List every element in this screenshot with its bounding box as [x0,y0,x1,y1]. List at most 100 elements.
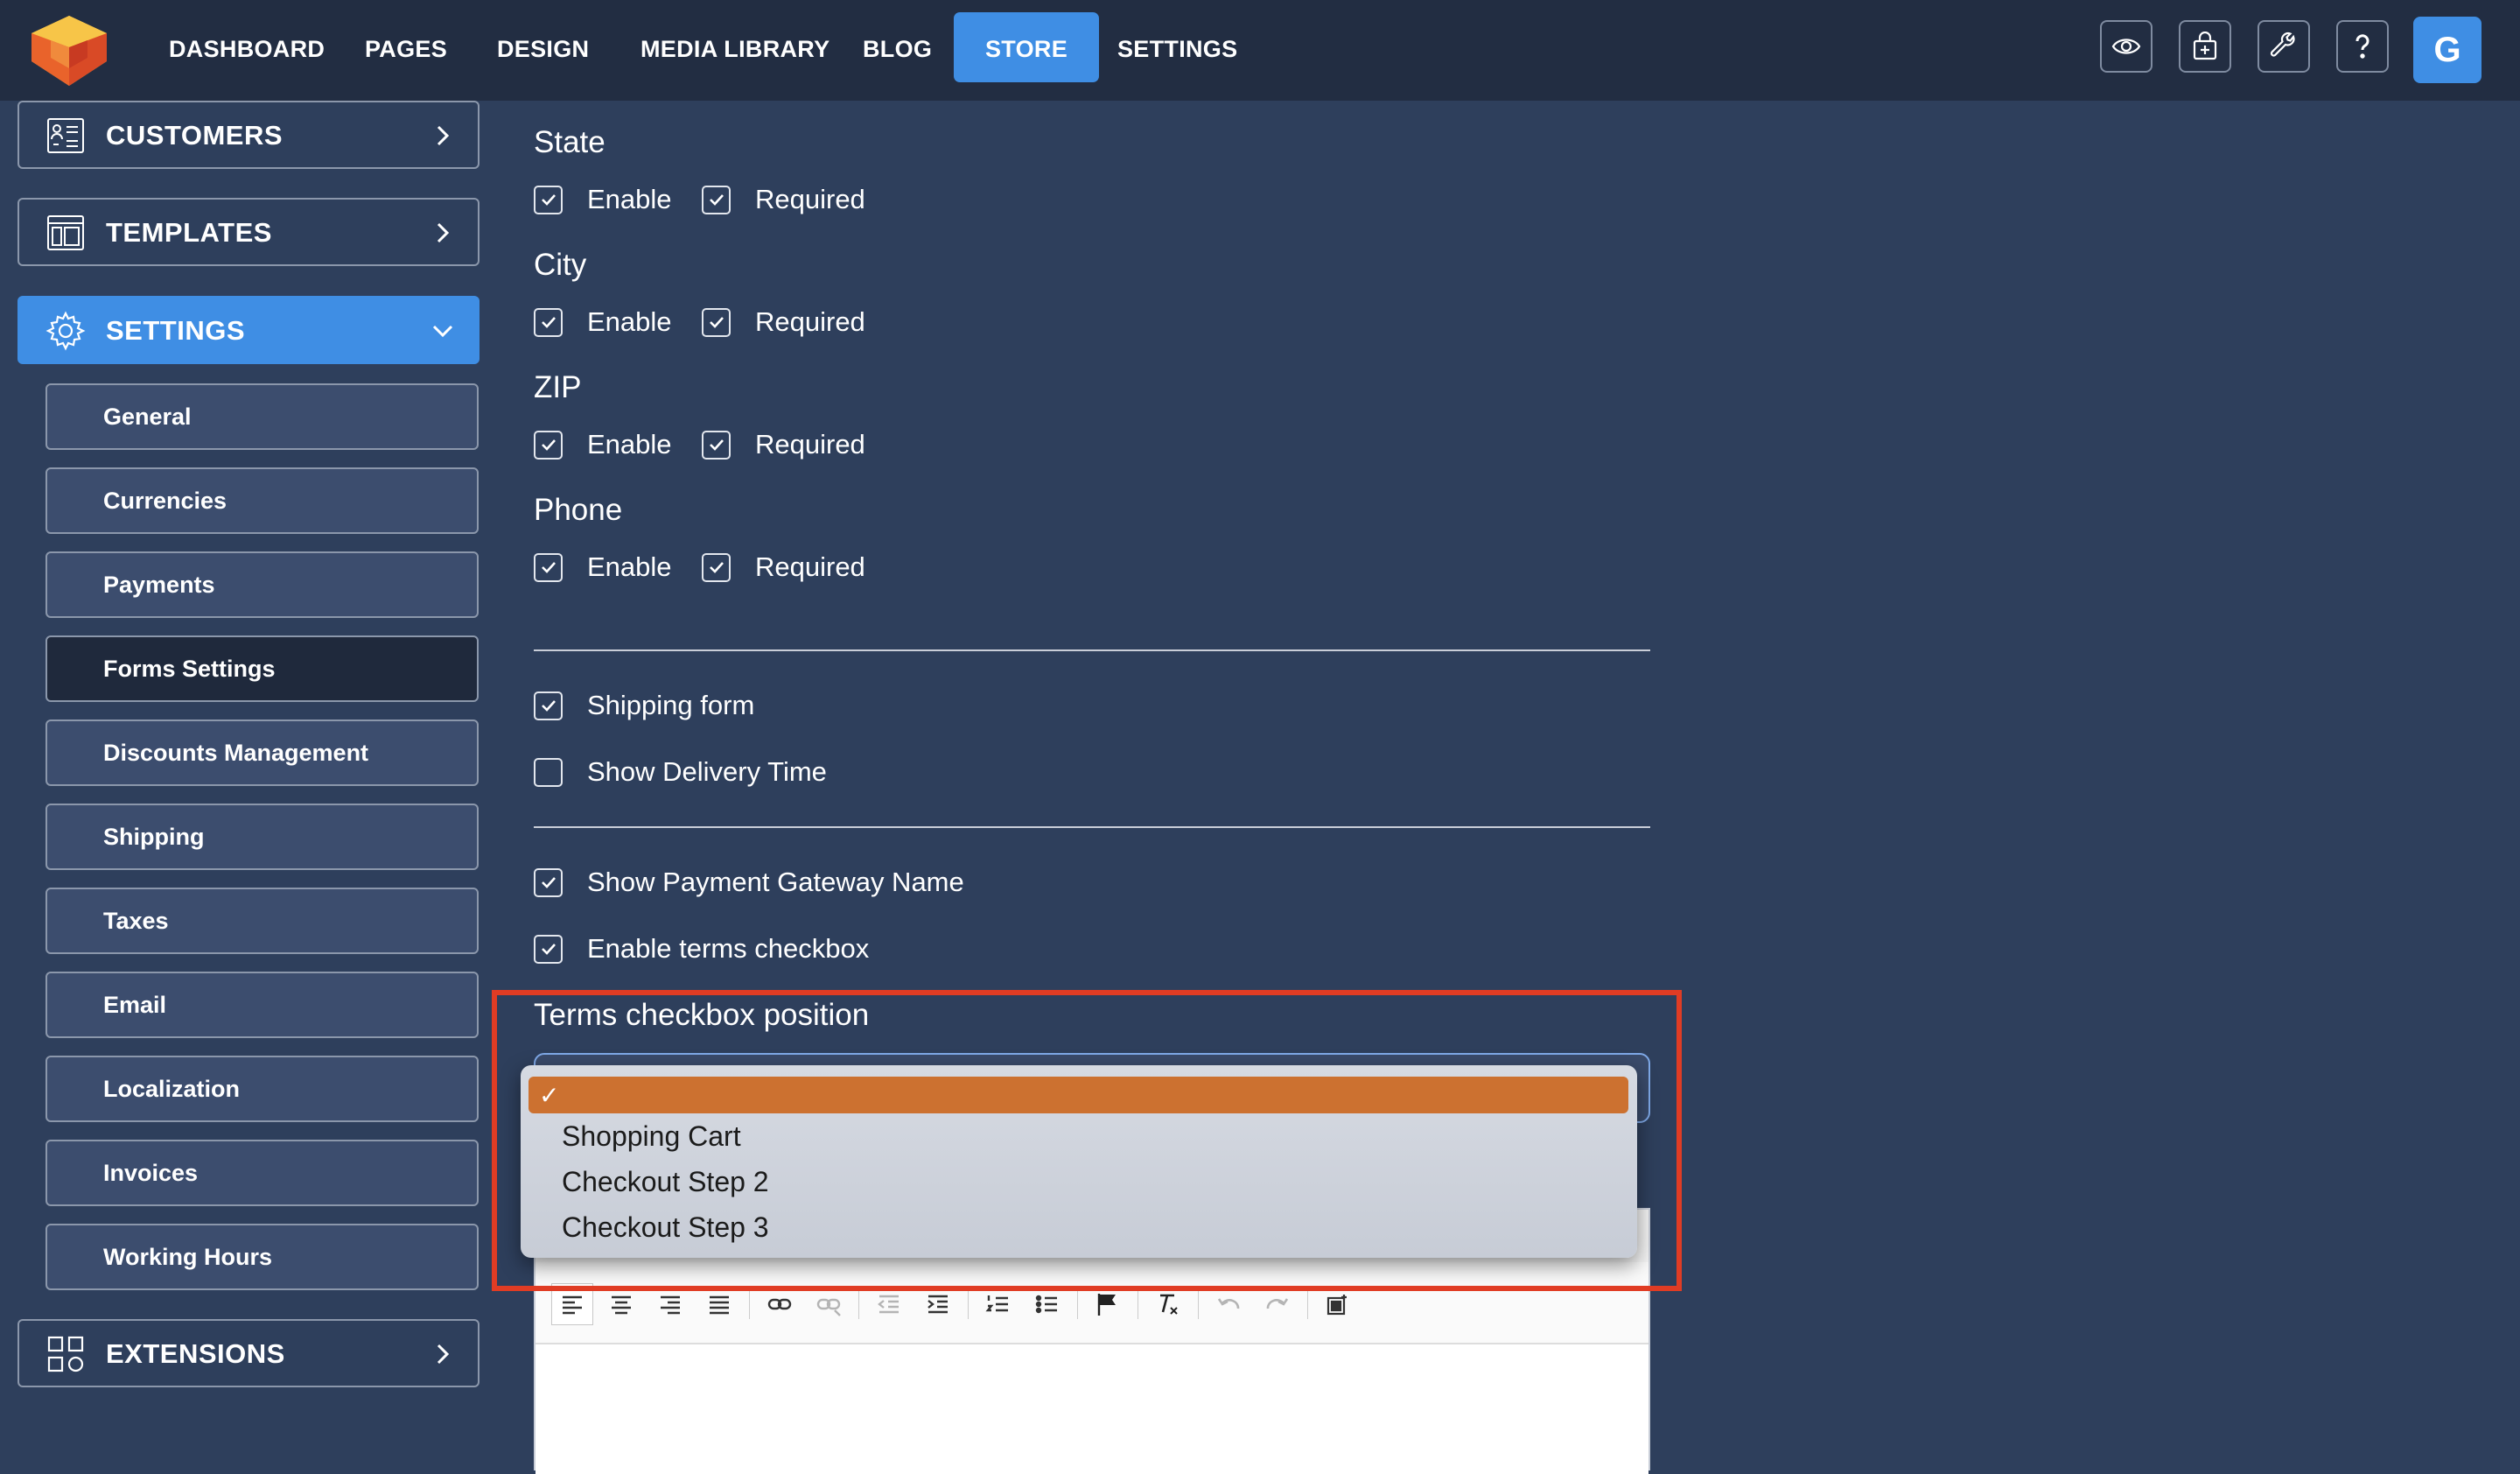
checkbox-checked-icon [534,867,563,897]
dropdown-option-empty[interactable]: ✓ [528,1077,1628,1113]
checkbox-checked-icon [534,185,563,214]
sidebar-item-general[interactable]: General [46,383,479,450]
tools-button[interactable] [2258,20,2310,73]
app-logo-icon[interactable] [32,16,107,86]
nav-media-library[interactable]: MEDIA LIBRARY [626,12,844,82]
checkbox-label: Enable [587,429,672,460]
checkbox-label: Shipping form [587,690,755,720]
customers-icon [47,118,84,153]
nav-store[interactable]: STORE [954,12,1100,82]
nav-dashboard[interactable]: DASHBOARD [155,12,339,82]
show-blocks-button[interactable] [1317,1283,1359,1325]
anchor-button[interactable] [1087,1283,1129,1325]
eye-icon [2111,39,2141,54]
toolbar-separator [858,1289,859,1319]
toolbar-separator [1198,1289,1199,1319]
indent-button[interactable] [917,1283,959,1325]
bulleted-list-button[interactable] [1026,1283,1068,1325]
phone-required-checkbox[interactable]: Required [702,550,865,585]
nav-pages[interactable]: PAGES [351,12,461,82]
align-right-button[interactable] [649,1283,691,1325]
undo-button[interactable] [1208,1283,1250,1325]
link-icon [767,1298,792,1310]
editor-content-area[interactable] [536,1343,1648,1474]
sidebar-item-taxes[interactable]: Taxes [46,888,479,954]
sidebar-item-email[interactable]: Email [46,972,479,1038]
extensions-icon [47,1336,84,1372]
sidebar-item-localization[interactable]: Localization [46,1056,479,1122]
field-title-zip: ZIP [534,370,582,404]
toolbar-separator [749,1289,750,1319]
terms-position-dropdown: ✓ Shopping Cart Checkout Step 2 Checkout… [521,1065,1637,1258]
sidebar-section-label: TEMPLATES [106,217,272,248]
align-left-icon [563,1295,582,1315]
zip-enable-checkbox[interactable]: Enable [534,427,672,462]
sidebar-item-currencies[interactable]: Currencies [46,467,479,534]
numbered-list-button[interactable] [977,1283,1019,1325]
gear-icon [46,311,86,351]
section-divider [534,649,1650,651]
sidebar-item-forms-settings[interactable]: Forms Settings [46,635,479,702]
option-label: Checkout Step 2 [562,1166,769,1197]
sidebar-item-shipping[interactable]: Shipping [46,804,479,870]
nav-settings[interactable]: SETTINGS [1103,12,1251,82]
sidebar-item-payments[interactable]: Payments [46,551,479,618]
sidebar-section-label: EXTENSIONS [106,1338,285,1369]
unlink-button[interactable] [808,1283,850,1325]
show-delivery-time-checkbox[interactable]: Show Delivery Time [534,755,827,790]
help-button[interactable] [2336,20,2389,73]
sidebar-section-templates[interactable]: TEMPLATES [18,198,480,266]
checkbox-unchecked-icon [534,757,563,787]
checkbox-label: Enable [587,306,672,337]
nav-design[interactable]: DESIGN [483,12,603,82]
sidebar-item-discounts-management[interactable]: Discounts Management [46,719,479,786]
redo-button[interactable] [1256,1283,1298,1325]
state-required-checkbox[interactable]: Required [702,182,865,217]
sidebar-item-working-hours[interactable]: Working Hours [46,1224,479,1290]
store-button[interactable] [2179,20,2231,73]
nav-blog[interactable]: BLOG [849,12,946,82]
checkbox-checked-icon [534,307,563,337]
chevron-right-icon [437,222,450,243]
dropdown-option-checkout-step-2[interactable]: Checkout Step 2 [521,1160,1637,1202]
enable-terms-checkbox[interactable]: Enable terms checkbox [534,931,869,966]
show-payment-gateway-checkbox[interactable]: Show Payment Gateway Name [534,865,964,900]
sidebar-item-invoices[interactable]: Invoices [46,1140,479,1206]
align-left-button[interactable] [551,1283,593,1325]
align-justify-button[interactable] [698,1283,740,1325]
top-nav-bar: DASHBOARD PAGES DESIGN MEDIA LIBRARY BLO… [0,0,2520,101]
unlink-icon [816,1298,841,1316]
checkbox-label: Required [755,429,865,460]
editor-toolbar [551,1281,1366,1327]
user-avatar[interactable]: G [2413,17,2482,83]
dropdown-option-checkout-step-3[interactable]: Checkout Step 3 [521,1205,1637,1247]
checkbox-label: Show Delivery Time [587,756,827,787]
zip-required-checkbox[interactable]: Required [702,427,865,462]
remove-format-icon [1160,1294,1178,1315]
remove-format-button[interactable] [1147,1283,1189,1325]
sidebar-section-extensions[interactable]: EXTENSIONS [18,1319,480,1387]
align-center-button[interactable] [600,1283,642,1325]
city-required-checkbox[interactable]: Required [702,305,865,340]
phone-enable-checkbox[interactable]: Enable [534,550,672,585]
store-bag-icon [2193,32,2217,60]
dropdown-option-shopping-cart[interactable]: Shopping Cart [521,1114,1637,1156]
sidebar-section-customers[interactable]: CUSTOMERS [18,101,480,169]
shipping-form-checkbox[interactable]: Shipping form [534,688,754,723]
city-enable-checkbox[interactable]: Enable [534,305,672,340]
terms-position-label: Terms checkbox position [534,998,870,1032]
preview-button[interactable] [2100,20,2152,73]
wrench-icon [2270,32,2295,57]
field-title-phone: Phone [534,493,623,527]
checkbox-label: Required [755,306,865,337]
chevron-right-icon [437,125,450,146]
checkbox-checked-icon [534,430,563,460]
state-enable-checkbox[interactable]: Enable [534,182,672,217]
checkbox-checked-icon [702,185,731,214]
link-button[interactable] [759,1283,801,1325]
outdent-button[interactable] [868,1283,910,1325]
sidebar-section-settings[interactable]: SETTINGS [18,296,480,364]
outdent-icon [878,1295,899,1314]
toolbar-separator [1307,1289,1308,1319]
numbered-list-icon [985,1295,1008,1312]
